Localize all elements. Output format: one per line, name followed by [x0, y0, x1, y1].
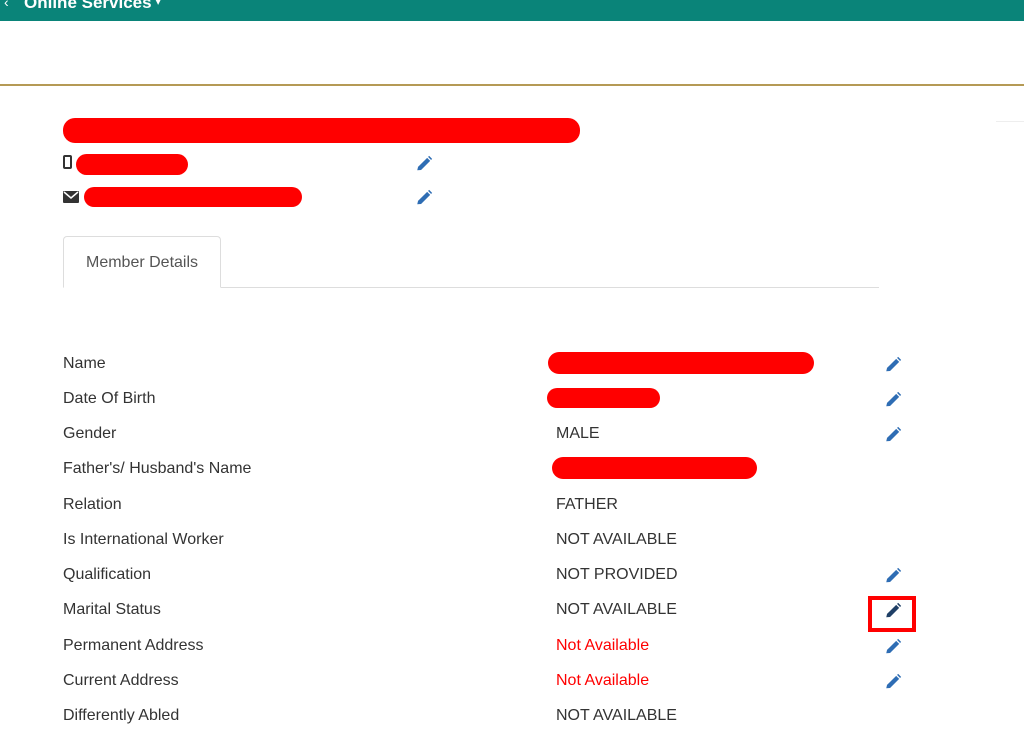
redacted-phone-number: [76, 154, 188, 175]
redacted-member-name: [63, 118, 580, 143]
label-father-s-husband-s-name: Father's/ Husband's Name: [63, 460, 252, 477]
label-differently-abled: Differently Abled: [63, 707, 180, 724]
label-permanent-address: Permanent Address: [63, 637, 204, 654]
edit-qualification-pencil-icon[interactable]: [884, 567, 902, 585]
value-relation: FATHER: [556, 496, 618, 513]
label-relation: Relation: [63, 496, 122, 513]
chevron-down-icon: ▾: [155, 0, 161, 8]
redacted-value-date-of-birth: [547, 388, 660, 408]
edit-name-pencil-icon[interactable]: [884, 356, 902, 374]
online-services-label: Online Services: [24, 0, 152, 12]
redacted-email-address: [84, 187, 302, 207]
pencil-icon[interactable]: [415, 155, 433, 173]
label-qualification: Qualification: [63, 566, 152, 583]
label-name: Name: [63, 355, 106, 372]
online-services-menu[interactable]: Online Services ▾: [24, 0, 161, 13]
label-marital-status: Marital Status: [63, 601, 161, 618]
back-arrow-icon[interactable]: ‹: [4, 0, 9, 10]
edit-current-address-pencil-icon[interactable]: [884, 673, 902, 691]
value-is-international-worker: NOT AVAILABLE: [556, 531, 677, 548]
envelope-icon: [63, 191, 79, 203]
side-divider: [996, 121, 1024, 122]
edit-date-of-birth-pencil-icon[interactable]: [884, 391, 902, 409]
label-date-of-birth: Date Of Birth: [63, 390, 156, 407]
value-permanent-address: Not Available: [556, 637, 650, 654]
mobile-phone-icon: [63, 155, 72, 169]
redacted-value-name: [548, 352, 814, 374]
value-qualification: NOT PROVIDED: [556, 566, 678, 583]
value-current-address: Not Available: [556, 672, 650, 689]
label-current-address: Current Address: [63, 672, 179, 689]
tab-member-details[interactable]: Member Details: [63, 236, 221, 288]
header-divider: [0, 84, 1024, 86]
value-differently-abled: NOT AVAILABLE: [556, 707, 677, 724]
label-is-international-worker: Is International Worker: [63, 531, 224, 548]
highlight-marital-status-edit: [868, 596, 916, 632]
redacted-value-father-s-husband-s-name: [552, 457, 757, 479]
top-nav-bar: ‹ Online Services ▾: [0, 0, 1024, 21]
edit-gender-pencil-icon[interactable]: [884, 426, 902, 444]
label-gender: Gender: [63, 425, 117, 442]
pencil-icon[interactable]: [415, 189, 433, 207]
value-marital-status: NOT AVAILABLE: [556, 601, 677, 618]
value-gender: MALE: [556, 425, 600, 442]
edit-permanent-address-pencil-icon[interactable]: [884, 638, 902, 656]
